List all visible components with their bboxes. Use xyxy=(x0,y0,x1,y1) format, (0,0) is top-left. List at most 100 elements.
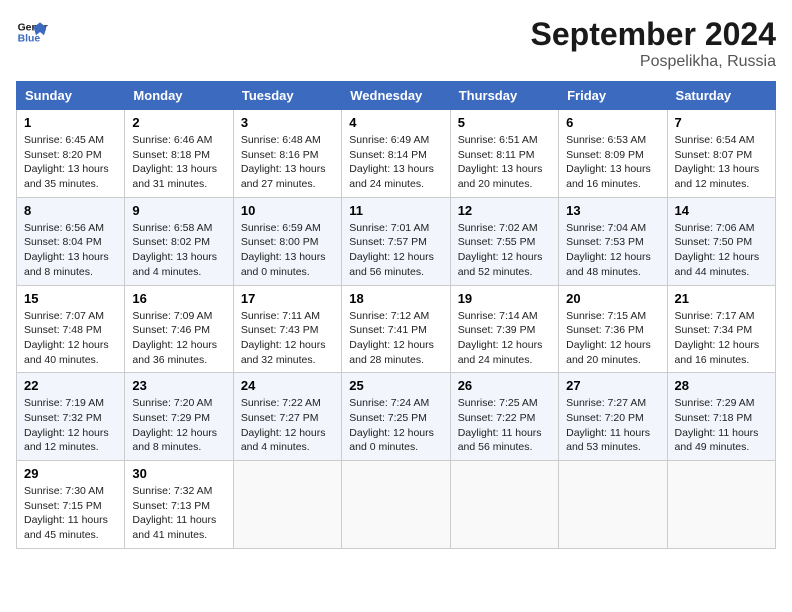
day-info: Sunrise: 7:07 AM Sunset: 7:48 PM Dayligh… xyxy=(24,309,117,368)
day-info: Sunrise: 7:12 AM Sunset: 7:41 PM Dayligh… xyxy=(349,309,442,368)
title-area: September 2024 Pospelikha, Russia xyxy=(531,16,776,71)
day-number: 13 xyxy=(566,203,659,218)
day-info: Sunrise: 6:49 AM Sunset: 8:14 PM Dayligh… xyxy=(349,133,442,192)
day-info: Sunrise: 7:32 AM Sunset: 7:13 PM Dayligh… xyxy=(132,484,225,543)
day-info: Sunrise: 7:11 AM Sunset: 7:43 PM Dayligh… xyxy=(241,309,334,368)
day-info: Sunrise: 7:04 AM Sunset: 7:53 PM Dayligh… xyxy=(566,221,659,280)
day-info: Sunrise: 7:19 AM Sunset: 7:32 PM Dayligh… xyxy=(24,396,117,455)
calendar-day-cell: 16 Sunrise: 7:09 AM Sunset: 7:46 PM Dayli… xyxy=(125,285,233,373)
day-number: 19 xyxy=(458,291,551,306)
svg-text:Blue: Blue xyxy=(18,34,41,45)
location-title: Pospelikha, Russia xyxy=(531,53,776,71)
day-number: 9 xyxy=(132,203,225,218)
day-number: 15 xyxy=(24,291,117,306)
day-info: Sunrise: 7:27 AM Sunset: 7:20 PM Dayligh… xyxy=(566,396,659,455)
calendar-day-cell: 22Sunrise: 7:19 AM Sunset: 7:32 PM Dayli… xyxy=(17,373,125,461)
day-number: 14 xyxy=(675,203,768,218)
calendar-day-cell: 4 Sunrise: 6:49 AM Sunset: 8:14 PM Daylig… xyxy=(342,110,450,198)
day-number: 3 xyxy=(241,115,334,130)
day-info: Sunrise: 6:45 AM Sunset: 8:20 PM Dayligh… xyxy=(24,133,117,192)
calendar-week-row: 15 Sunrise: 7:07 AM Sunset: 7:48 PM Dayli… xyxy=(17,285,776,373)
weekday-header-saturday: Saturday xyxy=(667,82,775,110)
day-info: Sunrise: 7:30 AM Sunset: 7:15 PM Dayligh… xyxy=(24,484,117,543)
day-info: Sunrise: 7:01 AM Sunset: 7:57 PM Dayligh… xyxy=(349,221,442,280)
day-info: Sunrise: 7:06 AM Sunset: 7:50 PM Dayligh… xyxy=(675,221,768,280)
weekday-header-tuesday: Tuesday xyxy=(233,82,341,110)
calendar-day-cell: 19Sunrise: 7:14 AM Sunset: 7:39 PM Dayli… xyxy=(450,285,558,373)
logo: General Blue xyxy=(16,16,48,48)
calendar-day-cell: 28 Sunrise: 7:29 AM Sunset: 7:18 PM Dayli… xyxy=(667,373,775,461)
day-number: 17 xyxy=(241,291,334,306)
day-number: 21 xyxy=(675,291,768,306)
day-info: Sunrise: 7:24 AM Sunset: 7:25 PM Dayligh… xyxy=(349,396,442,455)
calendar-week-row: 29Sunrise: 7:30 AM Sunset: 7:15 PM Dayli… xyxy=(17,461,776,549)
calendar-week-row: 1Sunrise: 6:45 AM Sunset: 8:20 PM Daylig… xyxy=(17,110,776,198)
day-number: 6 xyxy=(566,115,659,130)
day-info: Sunrise: 6:56 AM Sunset: 8:04 PM Dayligh… xyxy=(24,221,117,280)
day-info: Sunrise: 7:29 AM Sunset: 7:18 PM Dayligh… xyxy=(675,396,768,455)
calendar-day-cell: 5Sunrise: 6:51 AM Sunset: 8:11 PM Daylig… xyxy=(450,110,558,198)
calendar-day-cell: 13 Sunrise: 7:04 AM Sunset: 7:53 PM Dayli… xyxy=(559,197,667,285)
day-number: 24 xyxy=(241,378,334,393)
day-number: 30 xyxy=(132,466,225,481)
calendar-day-cell: 26Sunrise: 7:25 AM Sunset: 7:22 PM Dayli… xyxy=(450,373,558,461)
calendar-day-cell: 7Sunrise: 6:54 AM Sunset: 8:07 PM Daylig… xyxy=(667,110,775,198)
day-number: 12 xyxy=(458,203,551,218)
calendar-day-cell: 6 Sunrise: 6:53 AM Sunset: 8:09 PM Daylig… xyxy=(559,110,667,198)
day-info: Sunrise: 7:20 AM Sunset: 7:29 PM Dayligh… xyxy=(132,396,225,455)
day-info: Sunrise: 6:48 AM Sunset: 8:16 PM Dayligh… xyxy=(241,133,334,192)
calendar-day-cell: 8 Sunrise: 6:56 AM Sunset: 8:04 PM Daylig… xyxy=(17,197,125,285)
day-number: 4 xyxy=(349,115,442,130)
day-number: 16 xyxy=(132,291,225,306)
day-number: 25 xyxy=(349,378,442,393)
day-number: 18 xyxy=(349,291,442,306)
calendar-day-cell xyxy=(450,461,558,549)
calendar-day-cell xyxy=(233,461,341,549)
calendar-day-cell xyxy=(342,461,450,549)
calendar-day-cell: 25 Sunrise: 7:24 AM Sunset: 7:25 PM Dayli… xyxy=(342,373,450,461)
day-info: Sunrise: 7:15 AM Sunset: 7:36 PM Dayligh… xyxy=(566,309,659,368)
calendar-day-cell: 3 Sunrise: 6:48 AM Sunset: 8:16 PM Daylig… xyxy=(233,110,341,198)
weekday-header-friday: Friday xyxy=(559,82,667,110)
day-number: 5 xyxy=(458,115,551,130)
day-info: Sunrise: 6:53 AM Sunset: 8:09 PM Dayligh… xyxy=(566,133,659,192)
day-number: 20 xyxy=(566,291,659,306)
calendar-day-cell: 14 Sunrise: 7:06 AM Sunset: 7:50 PM Dayli… xyxy=(667,197,775,285)
calendar-day-cell: 2Sunrise: 6:46 AM Sunset: 8:18 PM Daylig… xyxy=(125,110,233,198)
calendar-day-cell: 30 Sunrise: 7:32 AM Sunset: 7:13 PM Dayli… xyxy=(125,461,233,549)
calendar-day-cell xyxy=(667,461,775,549)
weekday-header-thursday: Thursday xyxy=(450,82,558,110)
day-info: Sunrise: 7:25 AM Sunset: 7:22 PM Dayligh… xyxy=(458,396,551,455)
month-title: September 2024 xyxy=(531,16,776,53)
calendar-day-cell: 1Sunrise: 6:45 AM Sunset: 8:20 PM Daylig… xyxy=(17,110,125,198)
calendar-table: SundayMondayTuesdayWednesdayThursdayFrid… xyxy=(16,81,776,549)
calendar-day-cell: 15 Sunrise: 7:07 AM Sunset: 7:48 PM Dayli… xyxy=(17,285,125,373)
day-info: Sunrise: 6:59 AM Sunset: 8:00 PM Dayligh… xyxy=(241,221,334,280)
day-number: 11 xyxy=(349,203,442,218)
calendar-day-cell: 10 Sunrise: 6:59 AM Sunset: 8:00 PM Dayli… xyxy=(233,197,341,285)
calendar-day-cell: 27 Sunrise: 7:27 AM Sunset: 7:20 PM Dayli… xyxy=(559,373,667,461)
day-info: Sunrise: 7:09 AM Sunset: 7:46 PM Dayligh… xyxy=(132,309,225,368)
calendar-day-cell: 9 Sunrise: 6:58 AM Sunset: 8:02 PM Daylig… xyxy=(125,197,233,285)
calendar-day-cell: 17 Sunrise: 7:11 AM Sunset: 7:43 PM Dayli… xyxy=(233,285,341,373)
day-info: Sunrise: 7:17 AM Sunset: 7:34 PM Dayligh… xyxy=(675,309,768,368)
day-info: Sunrise: 7:22 AM Sunset: 7:27 PM Dayligh… xyxy=(241,396,334,455)
weekday-header-wednesday: Wednesday xyxy=(342,82,450,110)
weekday-header-row: SundayMondayTuesdayWednesdayThursdayFrid… xyxy=(17,82,776,110)
weekday-header-monday: Monday xyxy=(125,82,233,110)
calendar-day-cell: 11 Sunrise: 7:01 AM Sunset: 7:57 PM Dayli… xyxy=(342,197,450,285)
day-number: 10 xyxy=(241,203,334,218)
page-header: General Blue September 2024 Pospelikha, … xyxy=(16,16,776,71)
calendar-week-row: 8 Sunrise: 6:56 AM Sunset: 8:04 PM Daylig… xyxy=(17,197,776,285)
day-info: Sunrise: 6:58 AM Sunset: 8:02 PM Dayligh… xyxy=(132,221,225,280)
calendar-day-cell xyxy=(559,461,667,549)
calendar-day-cell: 23 Sunrise: 7:20 AM Sunset: 7:29 PM Dayli… xyxy=(125,373,233,461)
calendar-day-cell: 18 Sunrise: 7:12 AM Sunset: 7:41 PM Dayli… xyxy=(342,285,450,373)
weekday-header-sunday: Sunday xyxy=(17,82,125,110)
day-number: 28 xyxy=(675,378,768,393)
day-number: 27 xyxy=(566,378,659,393)
day-info: Sunrise: 7:02 AM Sunset: 7:55 PM Dayligh… xyxy=(458,221,551,280)
day-number: 8 xyxy=(24,203,117,218)
calendar-day-cell: 20 Sunrise: 7:15 AM Sunset: 7:36 PM Dayli… xyxy=(559,285,667,373)
day-number: 23 xyxy=(132,378,225,393)
